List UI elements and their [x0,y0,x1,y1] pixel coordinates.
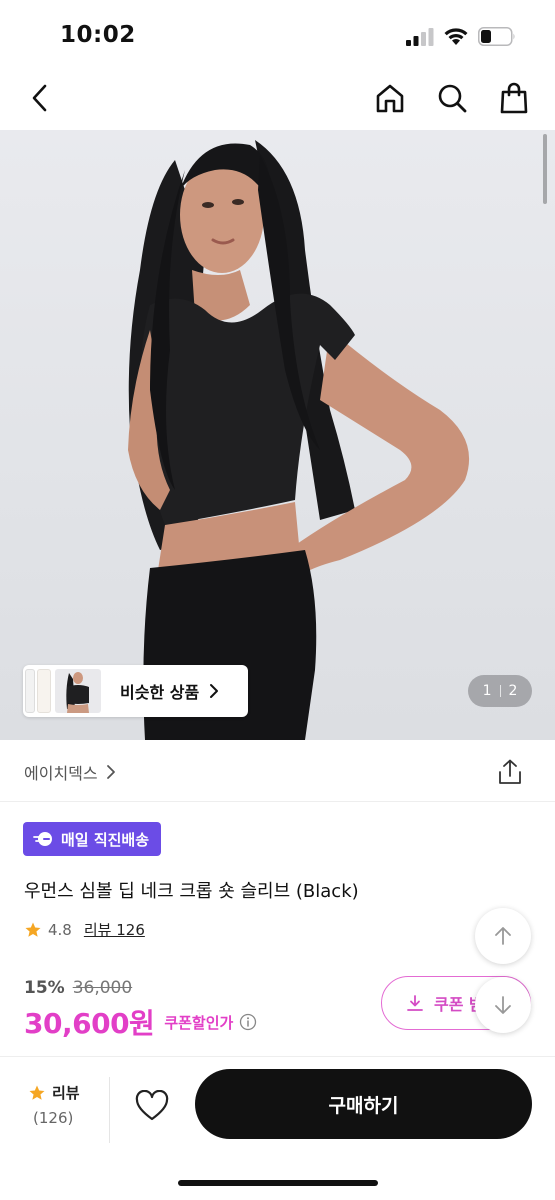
search-button[interactable] [432,78,472,118]
share-icon [499,759,521,784]
bar-divider [109,1077,110,1143]
thumbnail [25,669,35,713]
arrow-up-icon [495,927,511,945]
wifi-icon [444,28,468,45]
buy-button[interactable]: 구매하기 [195,1069,532,1139]
thumbnail [55,669,101,713]
product-photo [128,140,470,740]
page-total: 2 [508,683,518,699]
coupon-price-label: 쿠폰할인가 [164,1013,234,1032]
delivery-badge-label: 매일 직진배송 [61,830,150,849]
nav-bar [0,70,555,130]
fast-delivery-icon [33,832,52,846]
thumbnail [37,669,51,713]
review-summary-button[interactable]: 리뷰 (126) [28,1082,98,1127]
arrow-down-icon [495,996,511,1014]
brand-link[interactable]: 에이치덱스 [24,760,116,784]
scroll-to-top-button[interactable] [475,908,531,964]
brand-row: 에이치덱스 [0,740,555,802]
review-summary-title: 리뷰 [28,1082,98,1103]
image-page-indicator: 1 2 [468,675,532,707]
back-button[interactable] [20,78,60,118]
battery-icon [478,27,515,46]
review-link[interactable]: 리뷰 126 [84,919,145,940]
status-time: 10:02 [60,22,136,48]
cart-button[interactable] [494,78,534,118]
review-summary-count: (126) [33,1109,74,1127]
rating-row: 4.8 리뷰 126 [24,919,145,940]
bottom-action-bar: 리뷰 (126) 구매하기 [0,1057,555,1200]
product-title: 우먼스 심볼 딥 네크 크롭 숏 슬리브 (Black) [24,881,359,902]
scroll-to-bottom-button[interactable] [475,977,531,1033]
download-icon [407,995,423,1011]
chevron-left-icon [32,84,47,112]
price-block: 15% 36,000 30,600원 쿠폰할인가 [24,978,257,1042]
discount-row: 15% 36,000 [24,978,257,998]
final-price: 30,600원 [24,1007,155,1040]
chevron-right-icon [209,683,219,699]
similar-products-label: 비슷한 상품 [120,683,200,702]
similar-products-button[interactable]: 비슷한 상품 [23,665,248,717]
shopping-bag-icon [500,82,528,114]
info-icon[interactable] [239,1013,257,1031]
cellular-signal-icon [406,28,434,46]
delivery-badge: 매일 직진배송 [23,822,162,856]
home-icon [376,84,404,113]
star-icon [29,1085,45,1100]
scroll-indicator [543,134,547,204]
heart-icon [135,1090,169,1121]
page-current: 1 [482,683,492,699]
brand-name: 에이치덱스 [24,764,98,783]
original-price: 36,000 [72,978,133,998]
final-price-row: 30,600원 쿠폰할인가 [24,1002,257,1042]
home-indicator [178,1180,378,1186]
share-button[interactable] [492,754,528,790]
review-summary-label: 리뷰 [52,1084,80,1102]
home-button[interactable] [370,78,410,118]
thumbnail-photo [66,672,89,713]
product-image-gallery[interactable]: 비슷한 상품 1 2 [0,130,555,740]
discount-rate: 15% [24,978,65,998]
status-bar: 10:02 [0,0,555,70]
like-button[interactable] [133,1087,171,1125]
star-icon [25,922,41,937]
chevron-right-icon [106,765,115,779]
rating-value: 4.8 [48,920,72,939]
page-divider [499,685,501,697]
search-icon [438,84,467,113]
similar-thumbnails [25,667,105,715]
